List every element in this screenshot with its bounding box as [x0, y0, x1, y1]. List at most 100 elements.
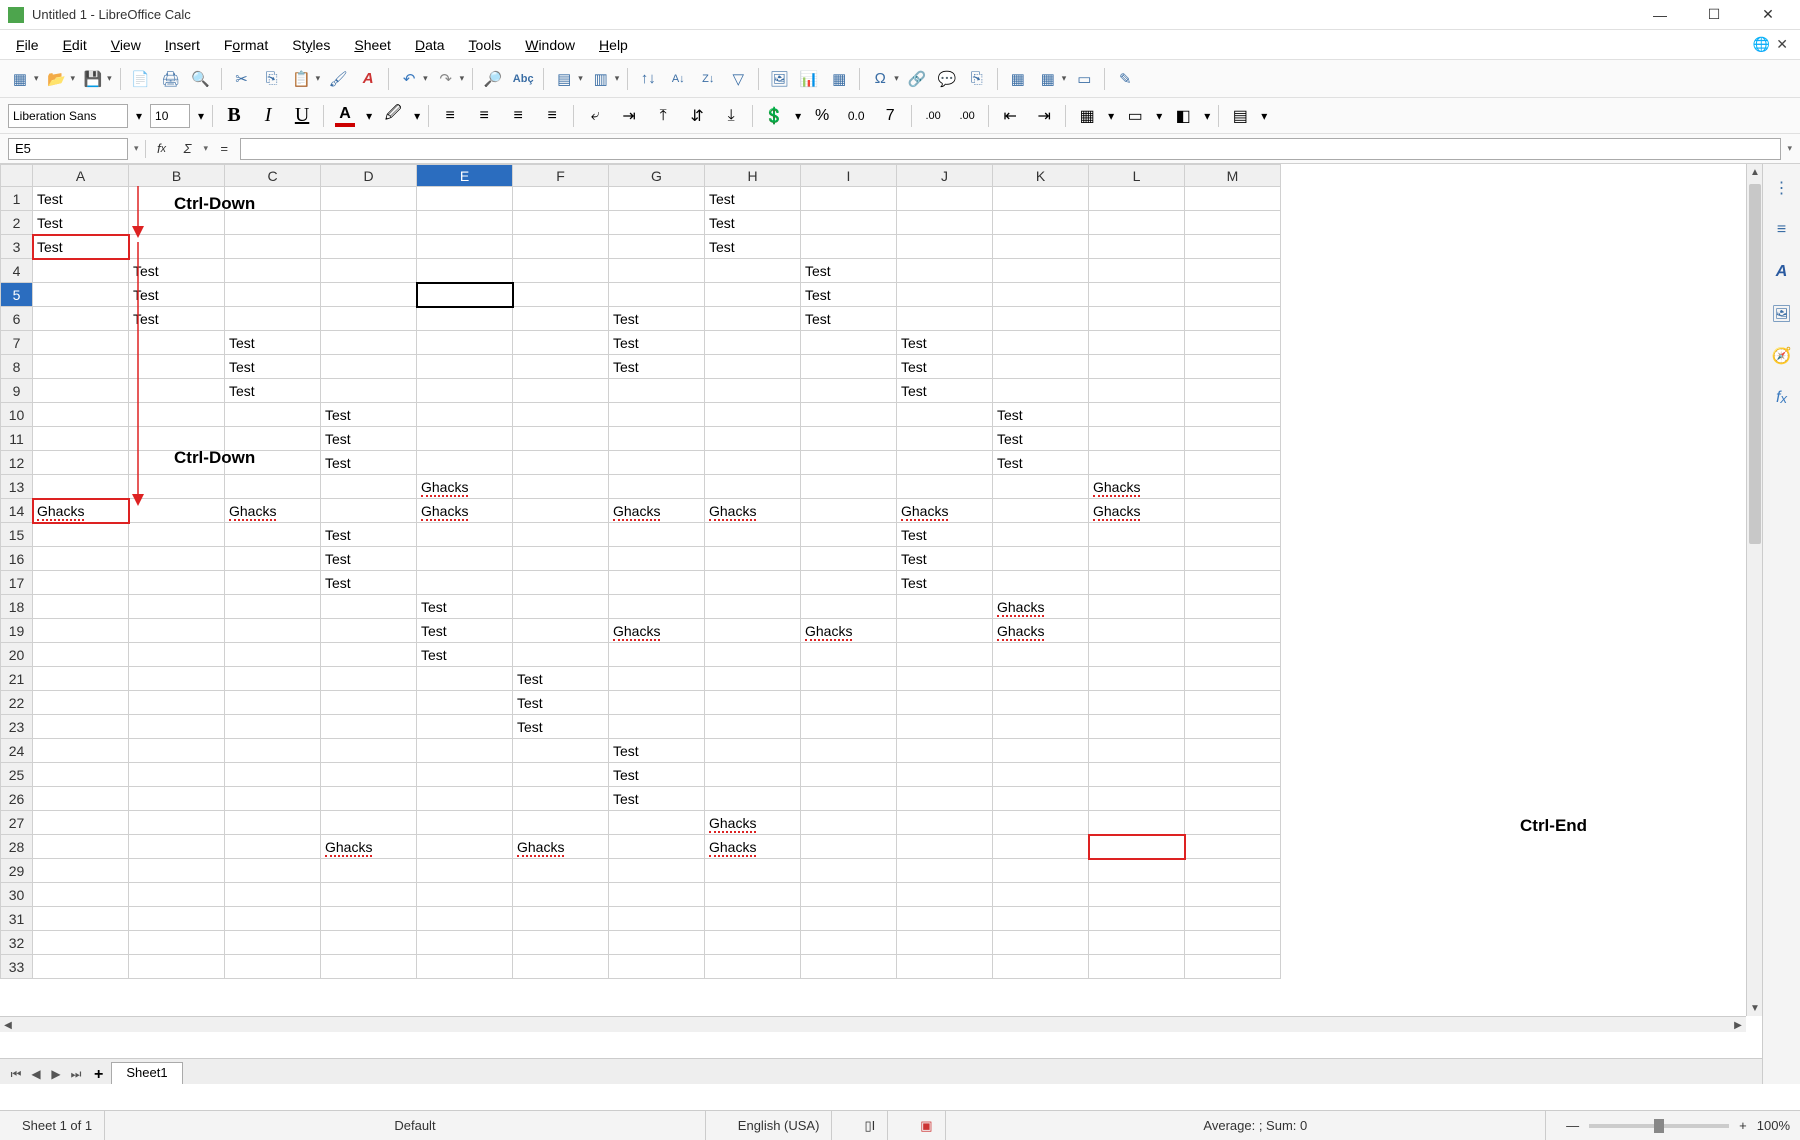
tab-prev-icon[interactable]: ◀: [26, 1064, 46, 1084]
cell-H24[interactable]: [705, 739, 801, 763]
cell-M17[interactable]: [1185, 571, 1281, 595]
cell-A14[interactable]: Ghacks: [33, 499, 129, 523]
cell-C14[interactable]: Ghacks: [225, 499, 321, 523]
cell-C16[interactable]: [225, 547, 321, 571]
cell-H13[interactable]: [705, 475, 801, 499]
menu-tools[interactable]: Tools: [459, 33, 512, 57]
cell-E33[interactable]: [417, 955, 513, 979]
cell-B5[interactable]: Test: [129, 283, 225, 307]
undo-icon[interactable]: ↶: [397, 67, 421, 91]
cell-A10[interactable]: [33, 403, 129, 427]
cell-G22[interactable]: [609, 691, 705, 715]
cell-E8[interactable]: [417, 355, 513, 379]
number-icon[interactable]: 0.0: [843, 103, 869, 129]
cell-F3[interactable]: [513, 235, 609, 259]
cell-A8[interactable]: [33, 355, 129, 379]
cell-H18[interactable]: [705, 595, 801, 619]
cell-E30[interactable]: [417, 883, 513, 907]
cond-format-icon[interactable]: ▤: [1227, 103, 1253, 129]
cell-C22[interactable]: [225, 691, 321, 715]
cell-M19[interactable]: [1185, 619, 1281, 643]
cell-J14[interactable]: Ghacks: [897, 499, 993, 523]
cell-B26[interactable]: [129, 787, 225, 811]
cell-D10[interactable]: Test: [321, 403, 417, 427]
cell-A11[interactable]: [33, 427, 129, 451]
cell-L3[interactable]: [1089, 235, 1185, 259]
cell-H32[interactable]: [705, 931, 801, 955]
valign-bot-icon[interactable]: ⤓: [718, 103, 744, 129]
cell-J1[interactable]: [897, 187, 993, 211]
cell-M24[interactable]: [1185, 739, 1281, 763]
cell-L12[interactable]: [1089, 451, 1185, 475]
cell-J2[interactable]: [897, 211, 993, 235]
row-header-8[interactable]: 8: [1, 355, 33, 379]
cell-E11[interactable]: [417, 427, 513, 451]
row-header-5[interactable]: 5: [1, 283, 33, 307]
cell-C29[interactable]: [225, 859, 321, 883]
cell-B2[interactable]: [129, 211, 225, 235]
cell-B31[interactable]: [129, 907, 225, 931]
menu-view[interactable]: View: [101, 33, 151, 57]
navigator-icon[interactable]: 🧭: [1768, 342, 1796, 370]
cell-E17[interactable]: [417, 571, 513, 595]
cell-H8[interactable]: [705, 355, 801, 379]
cell-E32[interactable]: [417, 931, 513, 955]
cell-K6[interactable]: [993, 307, 1089, 331]
cell-C30[interactable]: [225, 883, 321, 907]
menu-format[interactable]: Format: [214, 33, 278, 57]
cell-D30[interactable]: [321, 883, 417, 907]
row-header-21[interactable]: 21: [1, 667, 33, 691]
cell-E20[interactable]: Test: [417, 643, 513, 667]
cell-E15[interactable]: [417, 523, 513, 547]
cell-H6[interactable]: [705, 307, 801, 331]
cell-C12[interactable]: [225, 451, 321, 475]
cell-D1[interactable]: [321, 187, 417, 211]
cell-F22[interactable]: Test: [513, 691, 609, 715]
cell-C3[interactable]: [225, 235, 321, 259]
cell-L31[interactable]: [1089, 907, 1185, 931]
cell-C11[interactable]: [225, 427, 321, 451]
cell-A28[interactable]: [33, 835, 129, 859]
italic-button[interactable]: I: [255, 103, 281, 129]
menu-insert[interactable]: Insert: [155, 33, 210, 57]
save-icon[interactable]: 💾: [81, 67, 105, 91]
sort-desc-z-icon[interactable]: Z↓: [696, 67, 720, 91]
cell-B17[interactable]: [129, 571, 225, 595]
find-icon[interactable]: 🔎: [481, 67, 505, 91]
update-icon[interactable]: 🌐: [1753, 36, 1770, 53]
cell-J13[interactable]: [897, 475, 993, 499]
cut-icon[interactable]: ✂: [230, 67, 254, 91]
cell-M14[interactable]: [1185, 499, 1281, 523]
bold-button[interactable]: B: [221, 103, 247, 129]
percent-icon[interactable]: %: [809, 103, 835, 129]
row-header-25[interactable]: 25: [1, 763, 33, 787]
cell-J7[interactable]: Test: [897, 331, 993, 355]
cell-C20[interactable]: [225, 643, 321, 667]
cell-K28[interactable]: [993, 835, 1089, 859]
copy-icon[interactable]: ⎘: [260, 67, 284, 91]
cell-K19[interactable]: Ghacks: [993, 619, 1089, 643]
cell-M9[interactable]: [1185, 379, 1281, 403]
row-header-32[interactable]: 32: [1, 931, 33, 955]
cell-C10[interactable]: [225, 403, 321, 427]
clear-format-icon[interactable]: A: [356, 67, 380, 91]
cell-B32[interactable]: [129, 931, 225, 955]
cell-C21[interactable]: [225, 667, 321, 691]
cell-A1[interactable]: Test: [33, 187, 129, 211]
cell-H20[interactable]: [705, 643, 801, 667]
cell-J11[interactable]: [897, 427, 993, 451]
row-header-26[interactable]: 26: [1, 787, 33, 811]
col-header-H[interactable]: H: [705, 165, 801, 187]
wrap-text-icon[interactable]: ⤶: [582, 103, 608, 129]
cell-H16[interactable]: [705, 547, 801, 571]
cell-J3[interactable]: [897, 235, 993, 259]
cell-J33[interactable]: [897, 955, 993, 979]
cell-B15[interactable]: [129, 523, 225, 547]
border-style-icon[interactable]: ▭: [1122, 103, 1148, 129]
cell-K26[interactable]: [993, 787, 1089, 811]
cell-D28[interactable]: Ghacks: [321, 835, 417, 859]
sum-icon[interactable]: Σ: [178, 139, 198, 159]
cell-M6[interactable]: [1185, 307, 1281, 331]
cell-G33[interactable]: [609, 955, 705, 979]
cell-H2[interactable]: Test: [705, 211, 801, 235]
